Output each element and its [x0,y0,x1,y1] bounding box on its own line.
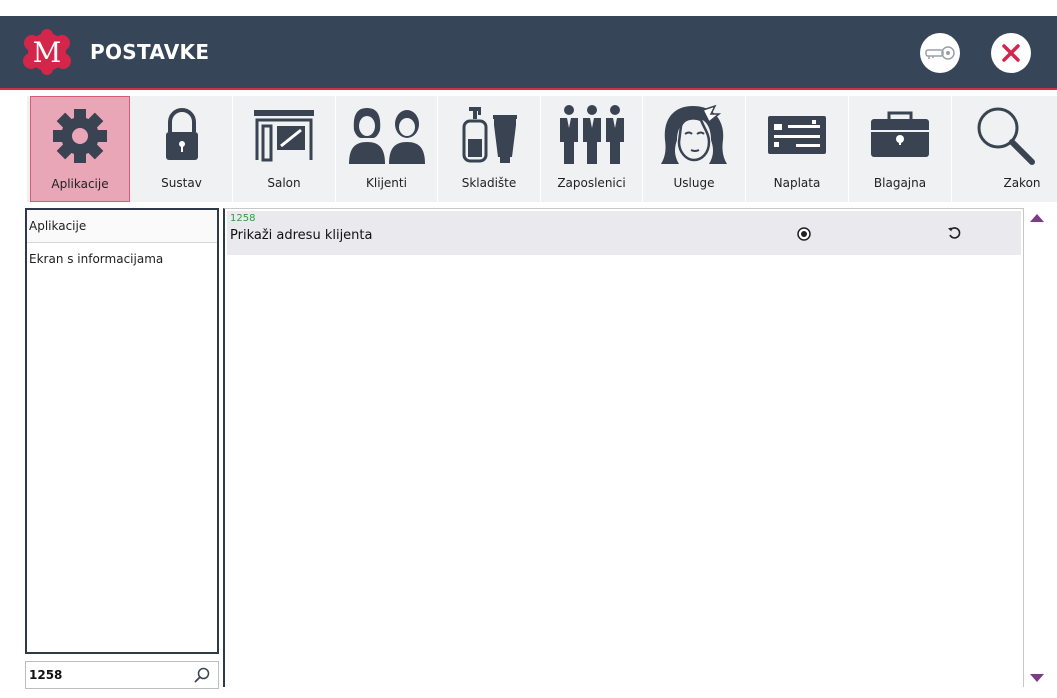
tab-label: Naplata [773,176,821,190]
tab-blagajna[interactable]: Blagajna [849,96,952,202]
list-item-aplikacije[interactable]: Aplikacije [27,210,217,243]
tab-klijenti[interactable]: Klijenti [336,96,438,202]
setting-id: 1258 [230,213,256,224]
tab-salon[interactable]: Salon [233,96,336,202]
svg-text:M: M [33,36,62,69]
salon-icon [254,110,314,162]
clients-icon [348,108,425,164]
warehouse-products-icon [462,107,517,163]
close-button[interactable] [991,33,1031,73]
setting-row[interactable]: 1258 Prikaži adresu klijenta [227,211,1021,255]
payment-card-icon [768,116,826,154]
tab-label: Aplikacije [51,177,109,191]
cash-register-icon [871,111,929,157]
tab-zakon[interactable]: Zakon [952,96,1057,202]
tab-label: Blagajna [873,176,927,190]
key-icon [925,46,955,60]
tab-label: Sustav [161,176,202,190]
tab-label: Skladište [461,176,517,190]
tab-aplikacije[interactable]: Aplikacije [30,96,130,202]
page-title: POSTAVKE [90,40,210,64]
settings-panel: 1258 Prikaži adresu klijenta [223,208,1024,687]
gear-icon [53,109,107,163]
radio-selected-icon[interactable] [797,227,811,241]
tab-naplata[interactable]: Naplata [746,96,849,202]
key-button[interactable] [920,33,960,73]
services-woman-icon [661,104,727,164]
lock-icon [165,108,198,160]
tab-sustav[interactable]: Sustav [131,96,233,202]
tab-label: Usluge [673,176,715,190]
magnifier-icon [977,107,1035,165]
close-icon [1002,44,1020,62]
search-box [25,661,219,689]
tab-usluge[interactable]: Usluge [643,96,746,202]
settings-category-toolbar: Aplikacije Sustav Salon Klijenti Skladiš… [27,96,1057,202]
tab-label: Salon [267,176,301,190]
tab-label: Zakon [1003,176,1041,190]
scroll-up-arrow[interactable] [1030,214,1044,222]
scroll-down-arrow[interactable] [1030,674,1044,682]
setting-label: Prikaži adresu klijenta [230,228,373,243]
window-top-strip [0,0,1057,16]
app-logo: M [23,29,71,75]
tab-skladiste[interactable]: Skladište [438,96,541,202]
category-list: Aplikacije Ekran s informacijama [25,208,219,654]
tab-zaposlenici[interactable]: Zaposlenici [541,96,643,202]
search-input[interactable] [29,666,169,684]
search-icon[interactable] [194,667,210,683]
app-header: M POSTAVKE [0,16,1057,90]
employees-icon [559,105,624,164]
list-item-ekran-s-informacijama[interactable]: Ekran s informacijama [27,243,217,275]
tab-label: Zaposlenici [557,176,626,190]
tab-label: Klijenti [366,176,407,190]
reset-icon[interactable] [947,226,961,240]
